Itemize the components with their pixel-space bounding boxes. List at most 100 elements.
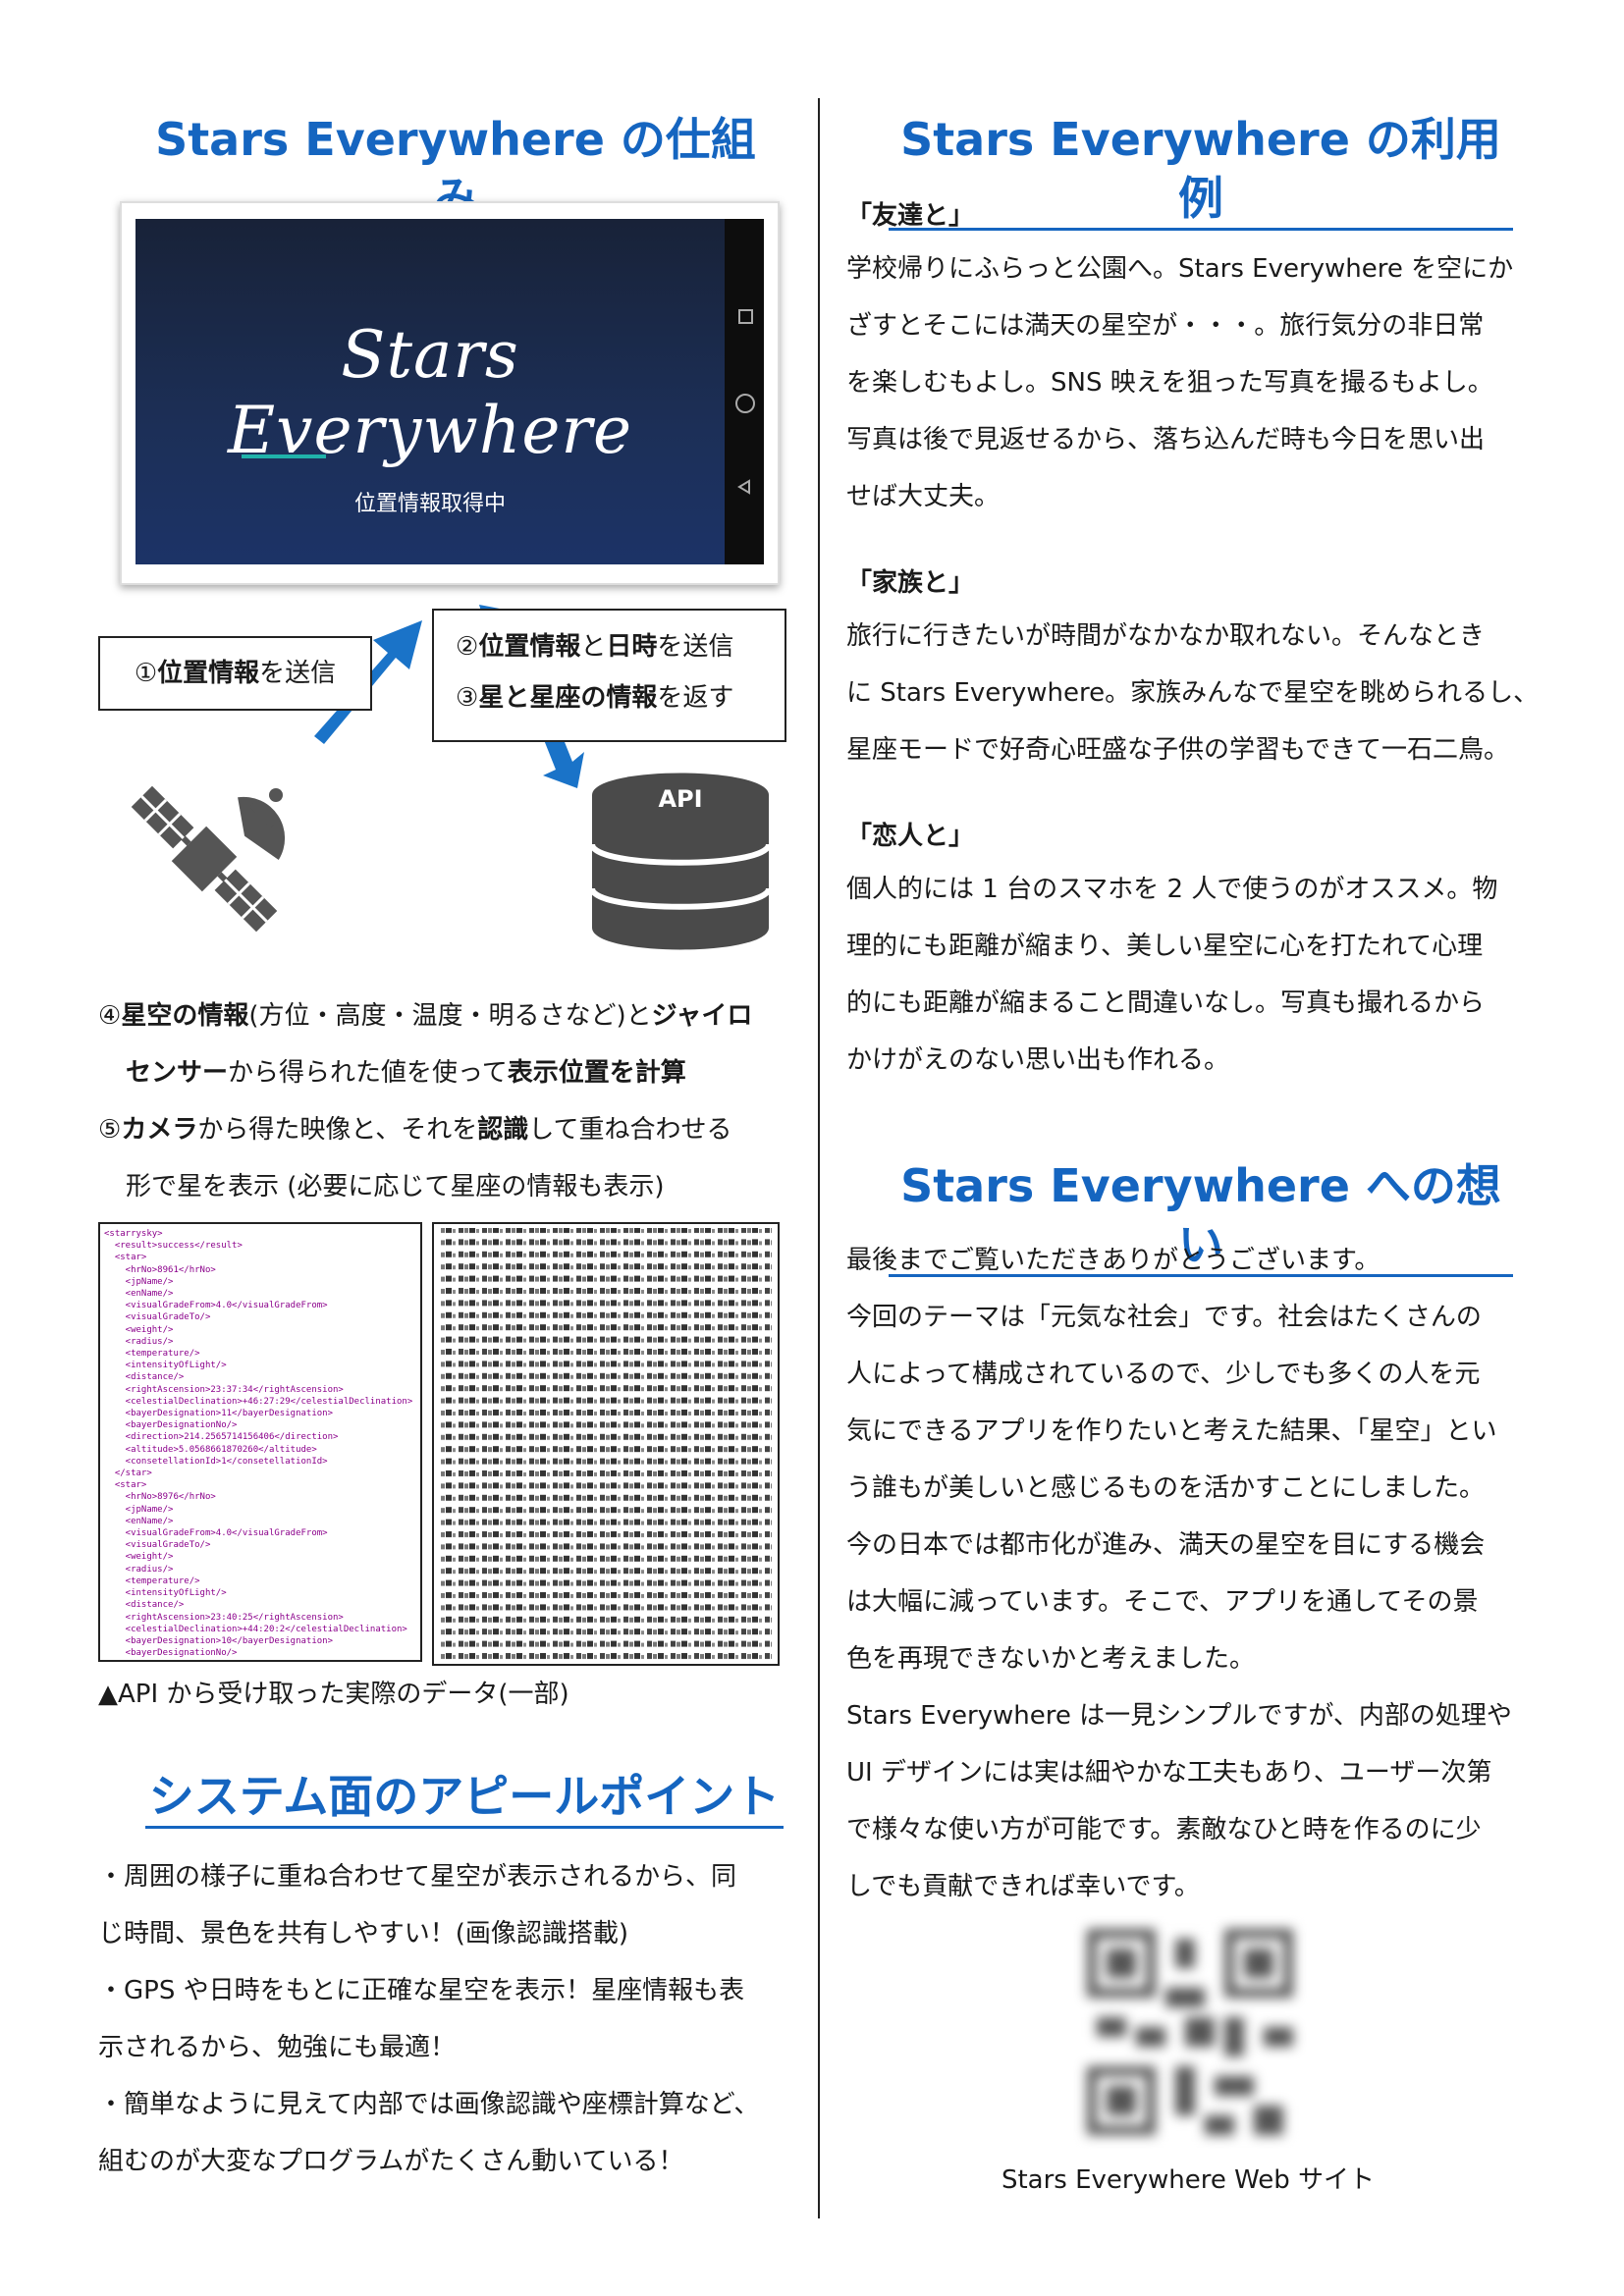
xml-line: <celestialDeclination>+46:27:29</celesti… [104,1396,413,1407]
step3-line: ③星と星座の情報を返す [456,677,733,714]
xml-lines: <starrysky> <result>success</result> <st… [104,1228,416,1660]
step5-line1: ⑤カメラから得た映像と、それを認識して重ね合わせる [98,1101,805,1158]
step5-line2: 形で星を表示 (必要に応じて星座の情報も表示) [126,1172,665,1201]
xml-line: <consetellationId>1</consetellationId> [104,1456,328,1467]
step4-bold3: センサー [126,1058,229,1088]
xml-line: <weight/> [104,1324,174,1335]
api-label: API [658,785,703,813]
step4-mid1: (方位・高度・温度・明るさなど)と [248,1001,652,1031]
circle-nav-icon[interactable] [735,394,755,413]
xml-line: <intensityOfLight/> [104,1588,227,1599]
square-nav-icon[interactable] [738,309,753,324]
thoughts-line: しでも貢献できれば幸いです。 [846,1872,1200,1901]
usage-example-title: 「恋人と」 [846,822,975,851]
usage-example-line: 個人的には 1 台のスマホを 2 人で使うのがオススメ。物 [846,875,1498,904]
xml-line: <distance/> [104,1600,185,1611]
xml-line: <jpName/> [104,1504,174,1515]
system-point-line: 組むのが大変なプログラムがたくさん動いている！ [98,2147,684,2176]
step5-bold1: カメラ [121,1115,198,1145]
xml-line: <temperature/> [104,1575,200,1586]
xml-line: <weight/> [104,1552,174,1563]
thoughts-line: Stars Everywhere は一見シンプルですが、内部の処理や [846,1701,1512,1731]
xml-line: <temperature/> [104,1349,200,1360]
usage-example-line: ざすとそこには満天の星空が・・・。旅行気分の非日常 [846,311,1485,341]
xml-line: <visualGradeTo/> [104,1312,211,1323]
step1-box: ①位置情報を送信 [98,636,372,711]
thoughts-line: う誰もが美しいと感じるものを活かすことにしました。 [846,1473,1486,1503]
xml-line: <radius/> [104,1564,174,1575]
thoughts-line: 今の日本では都市化が進み、満天の星空を目にする機会 [846,1530,1486,1560]
step1-num: ① [134,659,158,688]
api-caption: ▲API から受け取った実際のデータ(一部) [98,1680,569,1709]
step2-bold2: 日時 [606,632,658,662]
step1-rest: を送信 [259,659,337,688]
usage-example-line: に Stars Everywhere。家族みんなで星空を眺められるし、 [846,678,1540,708]
step5-mid2: して重ね合わせる [528,1115,732,1145]
qr-caption: Stars Everywhere Web サイト [1001,2165,1376,2195]
step4-bold1: 星空の情報 [121,1001,249,1031]
json-data-panel [432,1222,780,1666]
json-text-texture [440,1228,772,1660]
thoughts-line: 最後までご覧いただきありがとうございます。 [846,1246,1380,1275]
thoughts-line: UI デザインには実は細やかな工夫もあり、ユーザー次第 [846,1758,1492,1788]
step4-mid2: から得られた値を使って [228,1058,508,1088]
step2-num: ② [456,632,479,662]
step2-mid: と [580,632,607,662]
step3-num: ③ [456,683,479,713]
step4-bold4: 表示位置を計算 [507,1058,686,1088]
thoughts-line: 色を再現できないかと考えました。 [846,1644,1256,1674]
xml-data-panel: <starrysky> <result>success</result> <st… [98,1222,422,1662]
xml-line: <direction>215.3035375767 49</direction> [104,1659,416,1660]
step4-line2: センサーから得られた値を使って表示位置を計算 [98,1044,805,1101]
step1-bold: 位置情報 [157,659,260,688]
xml-line: <result>success</result> [104,1241,243,1252]
loading-bar [242,454,326,458]
xml-line: <enName/> [104,1289,174,1300]
xml-line: <bayerDesignation>11</bayerDesignation> [104,1409,333,1419]
xml-line: <visualGradeFrom>4.0</visualGradeFrom> [104,1528,328,1539]
step5-bold2: 認識 [477,1115,529,1145]
system-point-line: じ時間、景色を共有しやすい！(画像認識搭載) [98,1919,629,1949]
usage-example: 「家族と」 旅行に行きたいが時間がなかなか取れない。そんなときに Stars Ev… [846,559,1573,778]
phone-screenshot: Stars Everywhere 位置情報取得中 [120,201,780,585]
thoughts-line: 人によって構成されているので、少しでも多くの人を元 [846,1360,1481,1389]
phone-status-text: 位置情報取得中 [353,492,506,516]
step2-line: ②位置情報と日時を送信 [456,626,733,663]
usage-example-title: 「家族と」 [846,568,975,598]
step4-num: ④ [98,1001,122,1031]
system-point-line: 示されるから、勉強にも最適！ [98,2033,457,2062]
xml-line: <hrNo>8961</hrNo> [104,1264,216,1275]
step4-bold2: ジャイロ [651,1001,753,1031]
back-nav-icon[interactable] [736,479,752,495]
usage-example-line: 的にも距離が縮まること間違いなし。写真も撮れるから [846,988,1486,1018]
usage-example: 「友達と」学校帰りにふらっと公園へ。Stars Everywhere を空にかざ… [846,191,1573,525]
xml-line: <visualGradeTo/> [104,1540,211,1551]
xml-line: <star> [104,1253,147,1263]
usage-example-line: 学校帰りにふらっと公園へ。Stars Everywhere を空にか [846,254,1514,284]
thoughts-line: 気にできるアプリを作りたいと考えた結果、「星空」とい [846,1416,1497,1446]
satellite-icon [131,785,286,933]
step4-line1: ④星空の情報(方位・高度・温度・明るさなど)とジャイロ [98,988,805,1044]
usage-example-title: 「友達と」 [846,201,975,231]
step3-rest: を返す [657,683,734,713]
system-point-line: ・周囲の様子に重ね合わせて星空が表示されるから、同 [98,1862,737,1892]
xml-line: <hrNo>8976</hrNo> [104,1492,216,1503]
xml-line: <rightAscension>23:40:25</rightAscension… [104,1612,344,1623]
step5-mid1: から得た映像と、それを [197,1115,478,1145]
xml-line: <bayerDesignationNo/> [104,1648,238,1659]
usage-example: 「恋人と」 個人的には 1 台のスマホを 2 人で使うのがオススメ。物 理的にも距離… [846,812,1573,1089]
xml-line: <jpName/> [104,1276,174,1287]
qr-code[interactable] [1077,1919,1303,2145]
system-list: ・周囲の様子に重ね合わせて星空が表示されるから、同 じ時間、景色を共有しやすい！(… [98,1848,805,2190]
step5-num: ⑤ [98,1115,122,1145]
column-divider [818,98,820,2218]
thoughts-line: は大幅に減っています。そこで、アプリを通してその景 [846,1587,1479,1617]
xml-line: <celestialDeclination>+44:20:2</celestia… [104,1624,407,1634]
usage-examples: 「友達と」学校帰りにふらっと公園へ。Stars Everywhere を空にかざ… [846,191,1573,1122]
xml-line: <radius/> [104,1336,174,1347]
thoughts-line: 今回のテーマは「元気な社会」です。社会はたくさんの [846,1303,1482,1332]
usage-example-line: を楽しむもよし。SNS 映えを狙った写真を撮るもよし。 [846,368,1493,398]
thoughts-line: で様々な使い方が可能です。素敵なひと時を作るのに少 [846,1815,1482,1844]
phone-screen: Stars Everywhere 位置情報取得中 [135,219,725,564]
xml-line: <rightAscension>23:37:34</rightAscension… [104,1384,344,1395]
